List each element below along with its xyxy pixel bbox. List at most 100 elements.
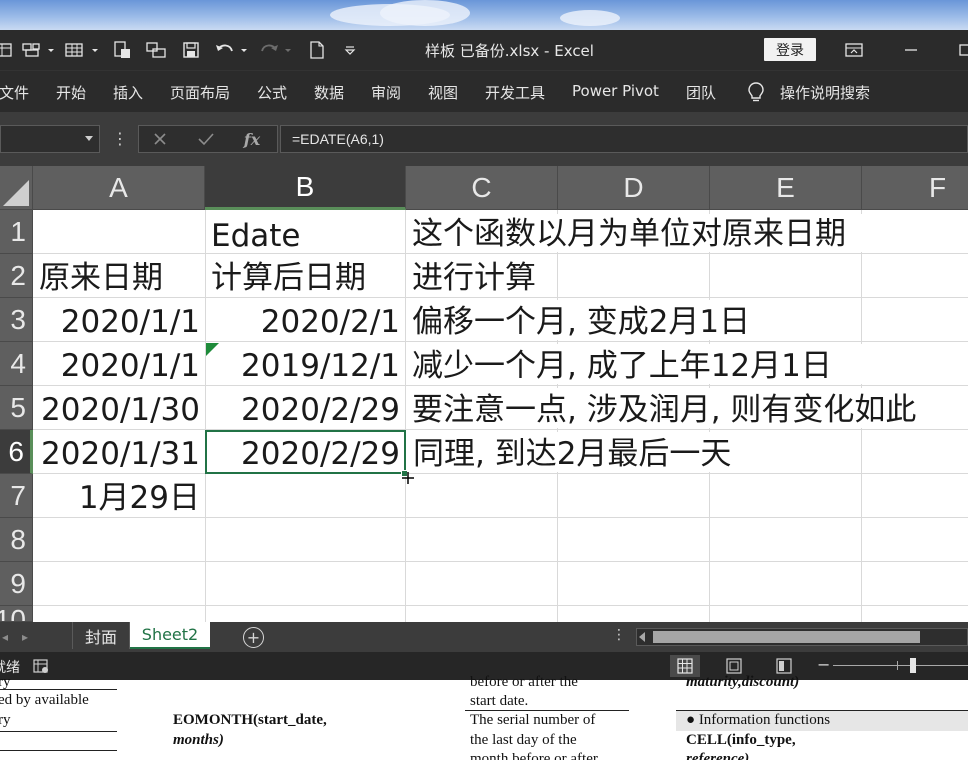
column-header-e[interactable]: E — [710, 166, 862, 210]
cell-b1[interactable]: Edate — [205, 214, 406, 258]
doc-eomonth: EOMONTH(start_date, — [173, 712, 327, 728]
scroll-right-icon[interactable]: ▸ — [22, 630, 32, 644]
sheet-tab-sheet2[interactable]: Sheet2 — [130, 622, 210, 649]
formula-buttons: fx — [138, 125, 278, 153]
tab-view[interactable]: 视图 — [428, 82, 458, 103]
doc-rule — [0, 750, 117, 751]
column-header-d[interactable]: D — [558, 166, 710, 210]
tab-insert[interactable]: 插入 — [113, 82, 143, 103]
lightbulb-icon[interactable] — [747, 81, 765, 103]
login-button[interactable]: 登录 — [764, 38, 816, 61]
tab-data[interactable]: 数据 — [314, 82, 344, 103]
cell-b6[interactable]: 2020/2/29 — [205, 432, 405, 476]
cell-a4[interactable]: 2020/1/1 — [33, 344, 205, 388]
horizontal-scrollbar[interactable] — [636, 628, 968, 646]
row-header-2[interactable]: 2 — [0, 254, 33, 298]
tab-formulas[interactable]: 公式 — [257, 82, 287, 103]
merge-icon[interactable] — [144, 39, 168, 61]
row-header-5[interactable]: 5 — [0, 386, 33, 430]
formula-input[interactable]: =EDATE(A6,1) — [280, 125, 968, 153]
minimize-icon[interactable] — [900, 39, 922, 61]
doc-rule — [465, 710, 629, 711]
redo-icon[interactable] — [258, 39, 294, 61]
cell-a5[interactable]: 2020/1/30 — [33, 388, 205, 432]
tab-developer[interactable]: 开发工具 — [485, 82, 545, 103]
enter-icon[interactable] — [191, 126, 221, 152]
cell-b5[interactable]: 2020/2/29 — [205, 388, 405, 432]
grid-icon[interactable] — [64, 39, 100, 61]
layout-icon[interactable] — [22, 39, 56, 61]
row-header-3[interactable]: 3 — [0, 298, 33, 342]
insert-function-icon[interactable]: fx — [237, 126, 267, 152]
row-header-4[interactable]: 4 — [0, 342, 33, 386]
cell-c4[interactable]: 减少一个月, 成了上年12月1日 — [406, 344, 876, 384]
doc-cell-func: CELL(info_type, — [686, 732, 796, 748]
customize-icon[interactable] — [340, 39, 360, 61]
scroll-left-arrow-icon[interactable] — [639, 632, 645, 642]
tab-team[interactable]: 团队 — [686, 82, 716, 103]
undo-icon[interactable] — [214, 39, 250, 61]
row-header-1[interactable]: 1 — [0, 210, 33, 254]
ribbon-display-icon[interactable] — [843, 39, 865, 61]
column-header-b[interactable]: B — [205, 166, 406, 210]
row-header-6[interactable]: 6 — [0, 430, 33, 474]
ribbon-tabs: 文件 开始 插入 页面布局 公式 数据 审阅 视图 开发工具 Power Piv… — [0, 70, 968, 112]
row-header-9[interactable]: 9 — [0, 562, 33, 606]
cancel-icon[interactable] — [145, 126, 175, 152]
name-box[interactable] — [0, 125, 100, 153]
zoom-slider-thumb[interactable] — [910, 658, 916, 673]
cell-c2[interactable]: 进行计算 — [406, 256, 558, 300]
scroll-left-icon[interactable]: ◂ — [2, 630, 12, 644]
tab-page-layout[interactable]: 页面布局 — [170, 82, 230, 103]
cell-a7[interactable]: 1月29日 — [33, 476, 205, 520]
cell-c3[interactable]: 偏移一个月, 变成2月1日 — [406, 300, 806, 340]
tab-file[interactable]: 文件 — [0, 82, 29, 103]
table-layout-icon[interactable] — [0, 39, 12, 61]
column-header-a[interactable]: A — [33, 166, 205, 210]
doc-cell-args: reference) — [686, 751, 750, 760]
column-header-f[interactable]: F — [862, 166, 968, 210]
background-document: ry ed by available ry EOMONTH(start_date… — [0, 674, 968, 760]
sheet-tab-cover[interactable]: 封面 — [72, 622, 130, 649]
gridline — [33, 605, 968, 606]
cell-c1[interactable]: 这个函数以月为单位对原来日期 — [406, 214, 968, 252]
cell-b2[interactable]: 计算后日期 — [205, 256, 406, 300]
cell-c5[interactable]: 要注意一点, 涉及润月, 则有变化如此 — [406, 388, 968, 428]
chevron-down-icon[interactable] — [85, 136, 93, 141]
gridline — [33, 561, 968, 562]
tell-me-search[interactable]: 操作说明搜索 — [780, 82, 870, 103]
cell-a3[interactable]: 2020/1/1 — [33, 300, 205, 344]
zoom-slider[interactable] — [833, 665, 968, 666]
row-header-7[interactable]: 7 — [0, 474, 33, 518]
cell-c6[interactable]: 同理, 到达2月最后一天 — [407, 432, 807, 472]
row-header-8[interactable]: 8 — [0, 518, 33, 562]
cell-a6[interactable]: 2020/1/31 — [33, 432, 205, 476]
tab-review[interactable]: 审阅 — [371, 82, 401, 103]
cell-b3[interactable]: 2020/2/1 — [205, 300, 405, 344]
row-header-10[interactable]: 10 — [0, 606, 33, 622]
doc-text: start date. — [470, 693, 529, 709]
crosshair-cursor-icon — [402, 469, 414, 484]
tab-home[interactable]: 开始 — [56, 82, 86, 103]
doc-info-header-text: Information functions — [698, 712, 831, 728]
format-painter-icon[interactable] — [111, 39, 133, 61]
scrollbar-thumb[interactable] — [653, 631, 920, 643]
more-icon[interactable]: ⋮ — [612, 627, 626, 643]
error-indicator-icon[interactable] — [206, 343, 219, 356]
select-all-button[interactable] — [0, 166, 33, 210]
macro-record-icon[interactable] — [33, 658, 49, 674]
cell-b4[interactable]: 2019/12/1 — [205, 344, 405, 388]
cell-a2[interactable]: 原来日期 — [33, 256, 205, 300]
restore-icon[interactable] — [954, 39, 968, 61]
spreadsheet-grid[interactable]: A B C D E F 1 2 3 4 5 6 7 8 9 10 Edate 这… — [0, 166, 968, 622]
doc-rule — [0, 731, 117, 732]
more-icon[interactable]: ⋮ — [112, 127, 128, 151]
add-sheet-icon[interactable]: + — [243, 627, 264, 648]
formula-bar: ⋮ fx =EDATE(A6,1) — [0, 112, 968, 166]
column-header-c[interactable]: C — [406, 166, 558, 210]
tab-power-pivot[interactable]: Power Pivot — [572, 82, 659, 100]
bullet-icon: ● — [686, 712, 696, 728]
new-doc-icon[interactable] — [306, 39, 328, 61]
save-icon[interactable] — [180, 39, 202, 61]
zoom-out-icon[interactable]: − — [817, 655, 830, 674]
